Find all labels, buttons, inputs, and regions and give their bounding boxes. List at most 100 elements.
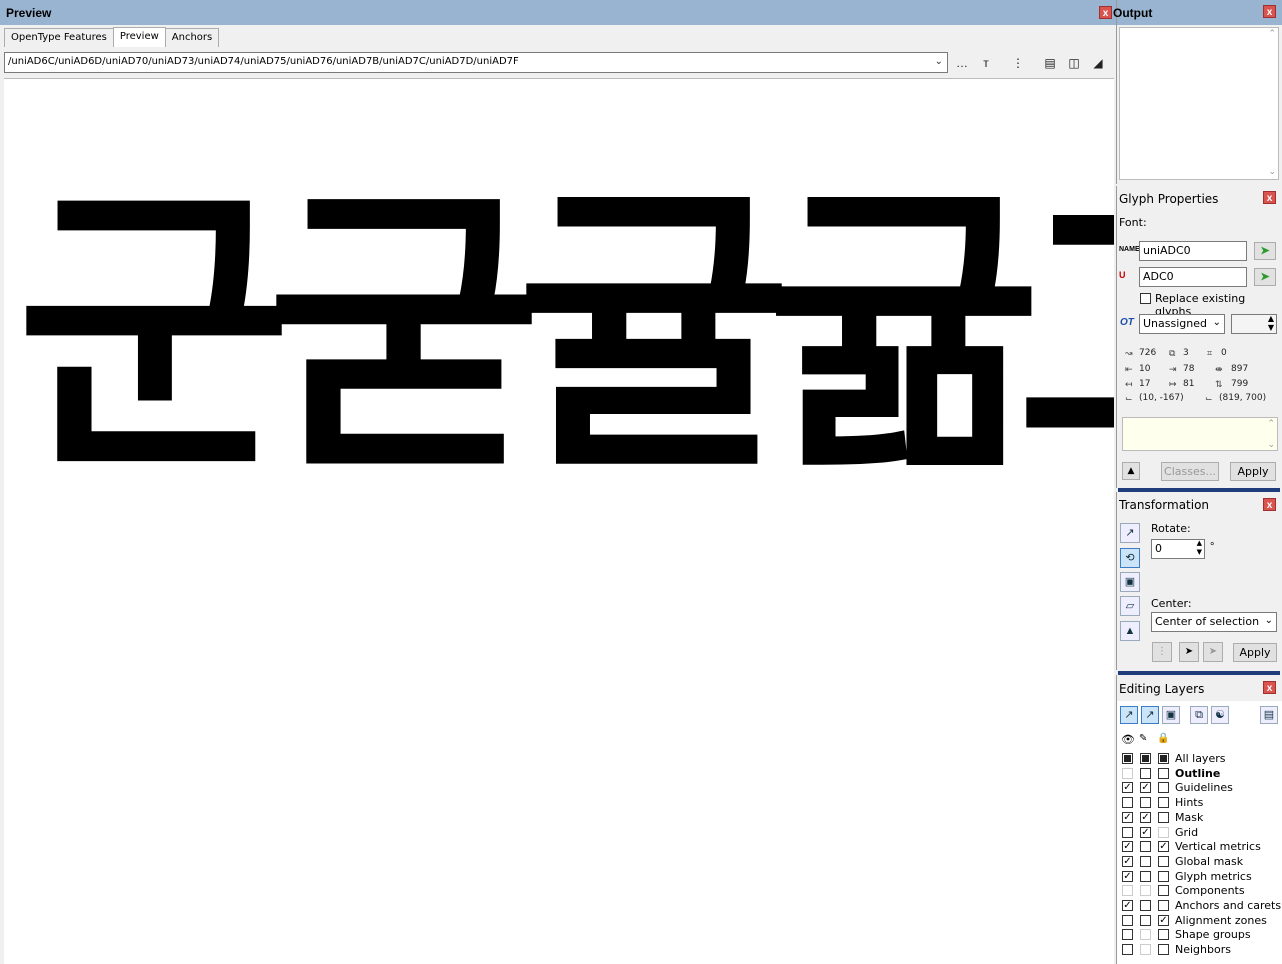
scroll-down-icon[interactable]: ⌄ [1268, 166, 1276, 177]
edit-outline-icon[interactable]: ↗ [1120, 706, 1138, 724]
layer-checkbox[interactable] [1140, 797, 1151, 809]
layer-checkbox[interactable] [1140, 841, 1151, 853]
layer-checkbox[interactable]: ✓ [1122, 855, 1133, 867]
spinner-down-icon[interactable]: ▼ [1268, 323, 1274, 332]
classes-button[interactable]: Classes... [1161, 462, 1219, 481]
list-view-icon[interactable]: ⋮ [1008, 53, 1028, 73]
fit-width-icon[interactable]: ◫ [1064, 53, 1084, 73]
layer-checkbox[interactable] [1140, 885, 1151, 897]
glyph-note-textarea[interactable]: ⌃ ⌄ [1122, 417, 1278, 451]
layer-checkbox[interactable]: ✓ [1122, 870, 1133, 882]
lsb2-value: 17 [1139, 379, 1151, 389]
layer-checkbox[interactable] [1158, 870, 1169, 882]
tab-anchors[interactable]: Anchors [164, 28, 220, 47]
spinner-down-icon[interactable]: ▼ [1197, 548, 1202, 556]
replace-glyphs-checkbox[interactable] [1140, 293, 1151, 304]
editing-layers-close-button[interactable]: x [1263, 681, 1276, 694]
layer-checkbox[interactable]: ✓ [1140, 782, 1151, 794]
layer-checkbox[interactable] [1122, 753, 1133, 764]
layer-checkbox[interactable] [1158, 782, 1169, 794]
layer-checkbox[interactable] [1158, 929, 1169, 941]
apply-transform-icon[interactable]: ➤ [1179, 642, 1199, 662]
layers-stack-icon[interactable]: ⧉ [1190, 706, 1208, 724]
scroll-up-icon[interactable]: ⌃ [1267, 418, 1275, 429]
layer-checkbox[interactable] [1140, 929, 1151, 941]
layer-checkbox[interactable] [1140, 855, 1151, 867]
layer-checkbox[interactable]: ✓ [1140, 826, 1151, 838]
layer-checkbox[interactable]: ✓ [1122, 782, 1133, 794]
unicode-apply-arrow-icon[interactable]: ➤ [1254, 268, 1276, 286]
ot-spinner[interactable]: ▲ ▼ [1231, 314, 1277, 334]
edit-nodes-icon[interactable]: ↗ [1141, 706, 1159, 724]
scale-icon[interactable]: ▣ [1120, 572, 1140, 592]
apply-all-transform-icon[interactable]: ➤ [1203, 642, 1223, 662]
copy-transform-icon[interactable]: ⋮ [1152, 642, 1172, 662]
layer-checkbox[interactable] [1122, 929, 1133, 941]
rotate-icon[interactable]: ⟲ [1120, 548, 1140, 568]
layer-checkbox[interactable] [1140, 914, 1151, 926]
layer-checkbox[interactable]: ✓ [1158, 841, 1169, 853]
layer-checkbox[interactable] [1158, 944, 1169, 956]
invert-colors-icon[interactable]: ◢ [1088, 53, 1108, 73]
scroll-down-icon[interactable]: ⌄ [1267, 439, 1275, 450]
move-icon[interactable]: ↗ [1120, 523, 1140, 543]
layer-checkbox[interactable]: ✓ [1122, 841, 1133, 853]
panel-menu-icon[interactable]: ▤ [1260, 706, 1278, 724]
layer-checkbox[interactable] [1140, 870, 1151, 882]
glyph-properties-apply-button[interactable]: Apply [1230, 462, 1276, 481]
spinner-up-icon[interactable]: ▲ [1268, 314, 1274, 323]
unicode-input[interactable]: ADC0 [1139, 267, 1247, 287]
points-icon: ⌗ [1207, 348, 1213, 358]
output-close-button[interactable]: x [1263, 5, 1276, 18]
layer-checkbox[interactable] [1158, 767, 1169, 779]
bbox-max-value: (819, 700) [1219, 393, 1267, 403]
output-textarea[interactable]: ⌃ ⌄ [1119, 27, 1279, 180]
center-select[interactable]: Center of selection ⌄ [1151, 612, 1277, 632]
layer-checkbox[interactable] [1140, 753, 1151, 764]
layer-checkbox[interactable]: ✓ [1122, 900, 1133, 911]
edit-masks-icon[interactable]: ▣ [1162, 706, 1180, 724]
spinner-up-icon[interactable]: ▲ [1197, 539, 1202, 547]
rsb-icon: ⇥ [1169, 364, 1177, 374]
layer-checkbox[interactable] [1122, 914, 1133, 926]
yin-yang-icon[interactable]: ☯ [1211, 706, 1229, 724]
text-size-icon[interactable]: ᴛ [976, 53, 996, 73]
glyph-name-input[interactable]: uniADC0 [1139, 241, 1247, 261]
more-options-icon[interactable]: … [952, 53, 972, 73]
glyph-properties-close-button[interactable]: x [1263, 191, 1276, 204]
preview-canvas[interactable]: 군 굳 귤 귦 그 [4, 78, 1114, 964]
rotate-input[interactable]: 0 ▲ ▼ [1151, 539, 1205, 559]
layer-checkbox[interactable] [1122, 885, 1133, 897]
rsb-value: 78 [1183, 364, 1195, 374]
layer-checkbox[interactable] [1122, 944, 1133, 956]
mirror-icon[interactable]: ▲ [1120, 621, 1140, 641]
layer-checkbox[interactable] [1140, 767, 1151, 779]
tab-preview[interactable]: Preview [112, 27, 166, 47]
ot-class-select[interactable]: Unassigned ⌄ [1139, 314, 1225, 334]
layer-checkbox[interactable] [1158, 855, 1169, 867]
transformation-apply-button[interactable]: Apply [1233, 643, 1277, 662]
fit-height-icon[interactable]: ▤ [1040, 53, 1060, 73]
scroll-up-icon[interactable]: ⌃ [1268, 28, 1276, 39]
tab-opentype-features[interactable]: OpenType Features [4, 28, 114, 47]
transformation-close-button[interactable]: x [1263, 498, 1276, 511]
layer-checkbox[interactable]: ✓ [1140, 811, 1151, 823]
layer-checkbox[interactable] [1140, 900, 1151, 911]
layer-checkbox[interactable] [1158, 753, 1169, 764]
layer-checkbox[interactable] [1122, 826, 1133, 838]
layer-checkbox[interactable] [1158, 811, 1169, 823]
layer-checkbox[interactable] [1122, 767, 1133, 779]
chevron-down-icon[interactable]: ⌄ [935, 56, 943, 67]
layer-checkbox[interactable] [1158, 826, 1169, 838]
layer-checkbox[interactable] [1122, 797, 1133, 809]
layer-checkbox[interactable]: ✓ [1158, 914, 1169, 926]
layer-checkbox[interactable] [1140, 944, 1151, 956]
layer-checkbox[interactable] [1158, 900, 1169, 911]
layer-checkbox[interactable]: ✓ [1122, 811, 1133, 823]
layer-checkbox[interactable] [1158, 797, 1169, 809]
glyph-path-input[interactable]: /uniAD6C/uniAD6D/uniAD70/uniAD73/uniAD74… [4, 52, 948, 73]
collapse-up-button[interactable]: ▲ [1122, 462, 1140, 480]
slant-icon[interactable]: ▱ [1120, 596, 1140, 616]
layer-checkbox[interactable] [1158, 885, 1169, 897]
name-apply-arrow-icon[interactable]: ➤ [1254, 242, 1276, 260]
